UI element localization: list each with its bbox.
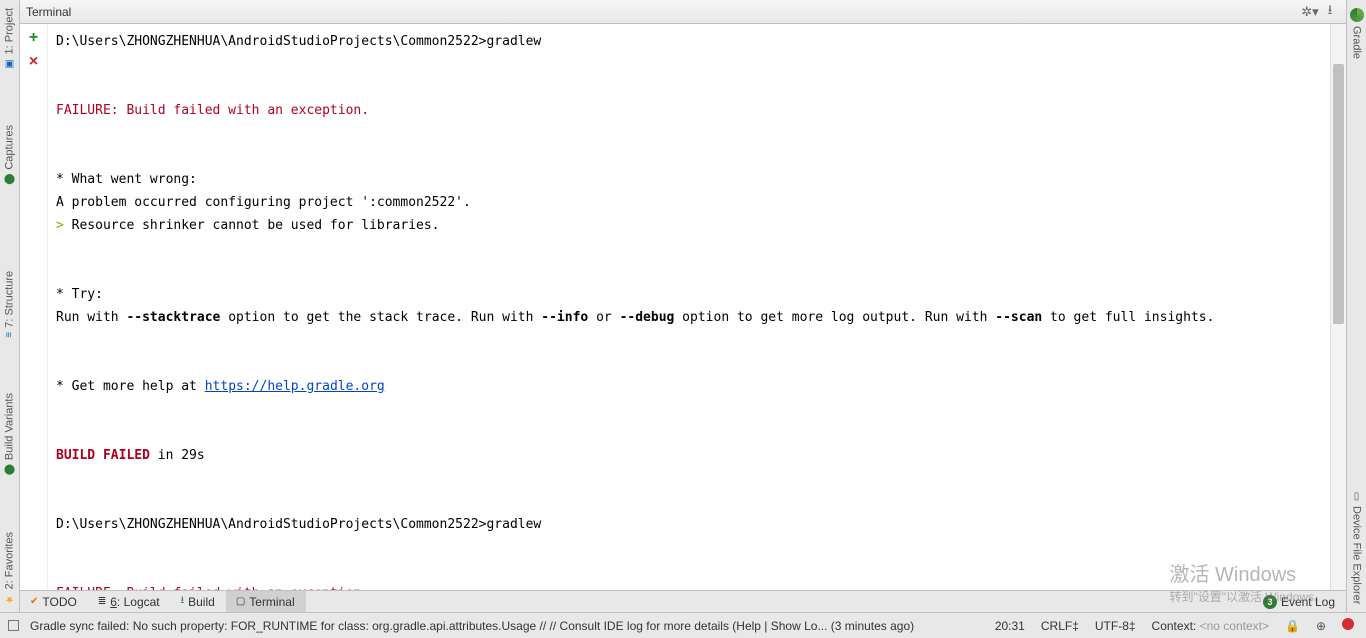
detail-line: Resource shrinker cannot be used for lib… [56, 218, 440, 233]
status-message: Gradle sync failed: No such property: FO… [24, 619, 920, 633]
device-icon: ▯ [1351, 491, 1362, 502]
status-tool-window-icon[interactable] [6, 619, 20, 633]
terminal-line: D:\Users\ZHONGZHENHUA\AndroidStudioProje… [56, 517, 541, 532]
terminal-icon: ▢ [236, 596, 245, 607]
terminal-scrollbar[interactable] [1330, 24, 1346, 590]
captures-icon: ⬤ [4, 174, 15, 185]
sidebar-tab-build-variants[interactable]: ⬤Build Variants [0, 385, 19, 483]
star-icon: ★ [4, 593, 15, 604]
sidebar-tab-device-file-explorer[interactable]: ▯Device File Explorer [1347, 483, 1366, 612]
event-badge: 3 [1263, 595, 1277, 609]
new-session-button[interactable]: + [24, 28, 44, 48]
sidebar-tab-gradle[interactable]: Gradle [1347, 0, 1366, 67]
file-encoding[interactable]: UTF-8‡ [1089, 619, 1142, 633]
todo-icon: ✔ [30, 596, 38, 607]
error-indicator-icon[interactable] [1336, 618, 1360, 633]
lock-icon[interactable]: 🔒 [1279, 619, 1306, 633]
sidebar-tab-favorites[interactable]: ★2: Favorites [0, 524, 19, 612]
settings-icon[interactable]: ✲▾ [1300, 2, 1320, 22]
tab-todo[interactable]: ✔TODO [20, 591, 88, 612]
caret-position[interactable]: 20:31 [989, 619, 1031, 633]
hide-icon[interactable]: ⭳ [1320, 2, 1340, 22]
panel-title: Terminal [26, 5, 71, 19]
sidebar-tab-project[interactable]: ▣1: Project [0, 0, 19, 77]
ide-health-icon[interactable]: ⊕ [1310, 619, 1332, 633]
tab-event-log[interactable]: 3Event Log [1253, 591, 1346, 612]
line-separator[interactable]: CRLF‡ [1035, 619, 1085, 633]
left-tool-sidebar: ▣1: Project ⬤Captures ≡7: Structure ⬤Bui… [0, 0, 20, 612]
tab-logcat[interactable]: ≣6: Logcat [88, 591, 171, 612]
context-widget[interactable]: Context: <no context> [1146, 619, 1275, 633]
build-failed-line: BUILD FAILED [56, 448, 150, 463]
structure-icon: ≡ [4, 332, 15, 338]
scrollbar-thumb[interactable] [1333, 64, 1344, 324]
bottom-tool-tabs: ✔TODO ≣6: Logcat ⭳Build ▢Terminal 3Event… [20, 590, 1346, 612]
build-icon: ⭳ [181, 593, 185, 610]
what-wrong-line: * What went wrong: [56, 172, 197, 187]
terminal-panel: Terminal ✲▾ ⭳ + × D:\Users\ZHONGZHENHUA\… [20, 0, 1346, 590]
project-icon: ▣ [4, 58, 15, 69]
close-session-button[interactable]: × [24, 52, 44, 72]
logcat-icon: ≣ [98, 596, 106, 607]
gradle-icon [1350, 8, 1364, 22]
failure-line: FAILURE: Build failed with an exception. [56, 103, 369, 118]
sidebar-tab-structure[interactable]: ≡7: Structure [0, 263, 19, 346]
problem-line: A problem occurred configuring project '… [56, 195, 471, 210]
panel-header: Terminal ✲▾ ⭳ [20, 0, 1346, 24]
terminal-line: D:\Users\ZHONGZHENHUA\AndroidStudioProje… [56, 34, 541, 49]
build-variants-icon: ⬤ [4, 465, 15, 476]
help-link[interactable]: https://help.gradle.org [205, 379, 385, 394]
right-tool-sidebar: Gradle ▯Device File Explorer [1346, 0, 1366, 612]
try-label: * Try: [56, 287, 103, 302]
tab-terminal[interactable]: ▢Terminal [226, 591, 306, 612]
tab-build[interactable]: ⭳Build [171, 591, 226, 612]
sidebar-tab-captures[interactable]: ⬤Captures [0, 117, 19, 193]
terminal-gutter: + × [20, 24, 48, 590]
terminal-output[interactable]: D:\Users\ZHONGZHENHUA\AndroidStudioProje… [48, 24, 1346, 590]
status-bar: Gradle sync failed: No such property: FO… [0, 612, 1366, 638]
